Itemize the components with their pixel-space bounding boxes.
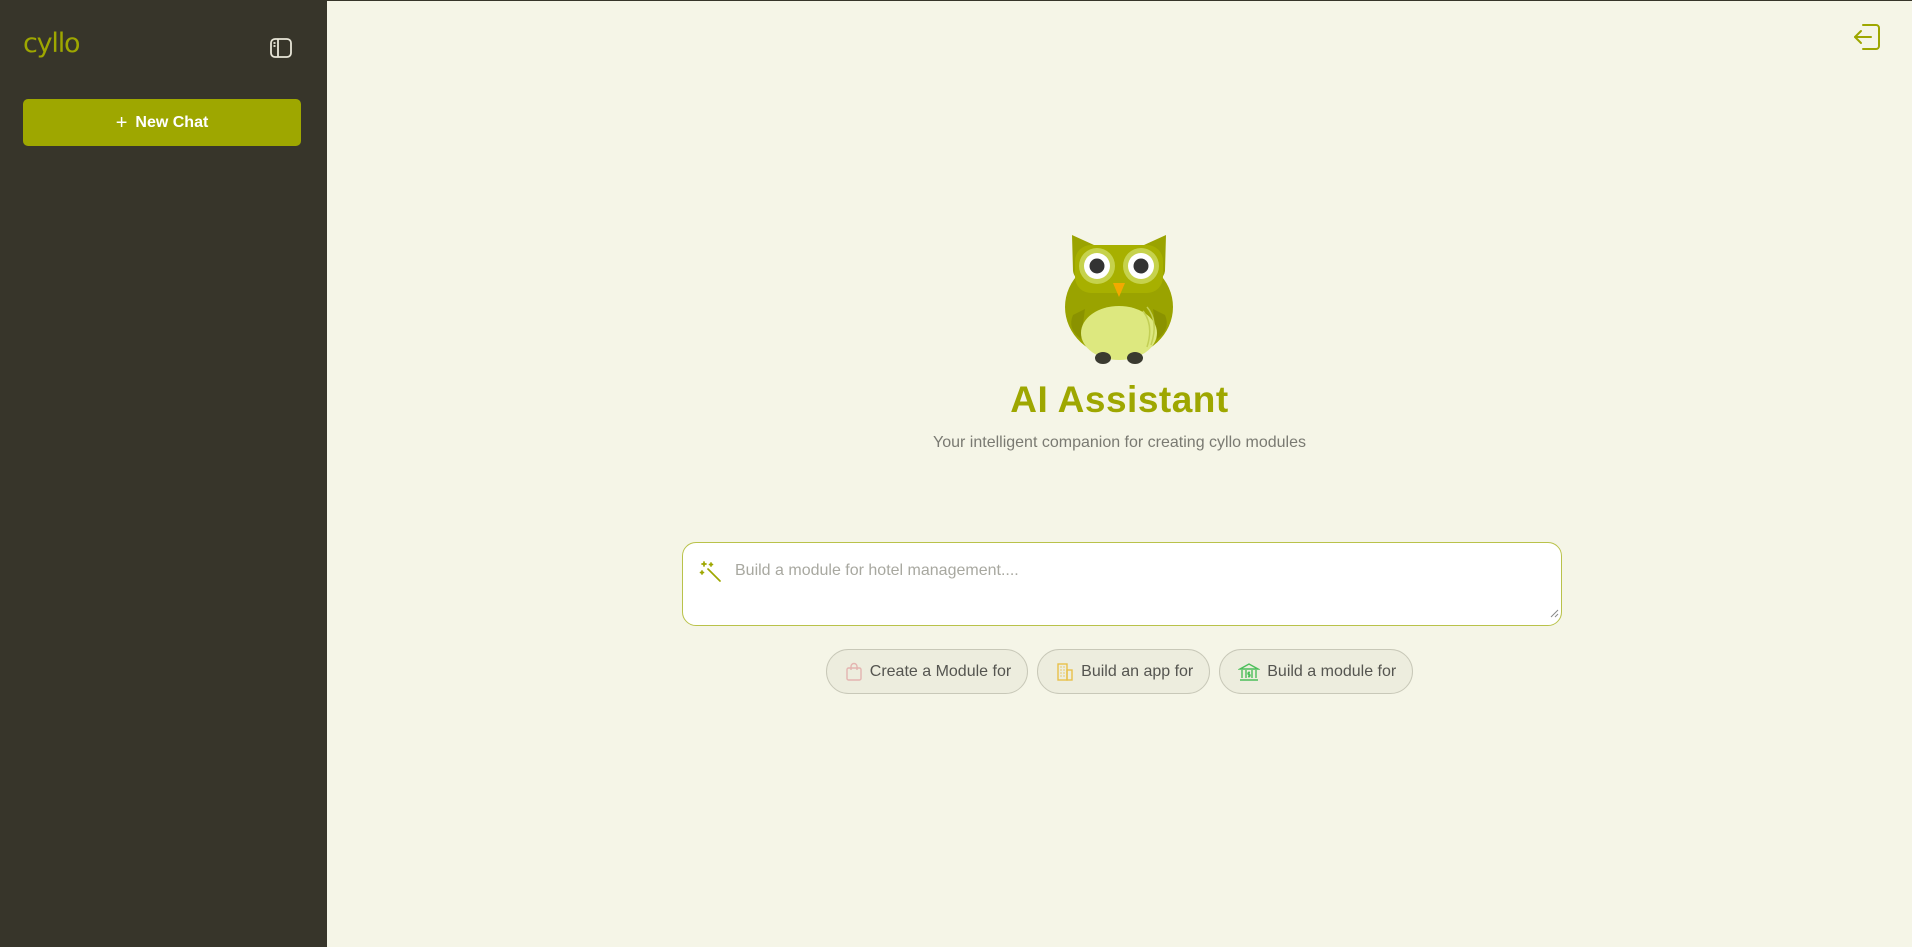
- prompt-input[interactable]: [735, 562, 1535, 616]
- main-area: AI Assistant Your intelligent companion …: [327, 0, 1912, 947]
- logout-icon[interactable]: [1850, 20, 1884, 54]
- suggestion-chip-create-module[interactable]: Create a Module for: [825, 649, 1029, 694]
- plus-icon: +: [115, 111, 128, 134]
- brand-logo[interactable]: cyllo: [23, 28, 81, 59]
- owl-mascot: [1065, 235, 1173, 364]
- page-subtitle: Your intelligent companion for creating …: [933, 434, 1306, 451]
- suggestion-label: Build a module for: [1267, 662, 1397, 680]
- page-title: AI Assistant: [1010, 379, 1229, 420]
- shopping-bag-icon: [845, 662, 863, 682]
- resize-handle-icon[interactable]: [1550, 605, 1559, 623]
- bank-icon: [1238, 661, 1261, 683]
- suggestion-chips: Create a Module for Build an app for Bui…: [327, 649, 1912, 694]
- sidebar-toggle-icon[interactable]: [266, 35, 296, 61]
- magic-wand-icon: [699, 560, 723, 589]
- new-chat-button[interactable]: + New Chat: [23, 99, 301, 146]
- prompt-box: [682, 542, 1562, 626]
- suggestion-chip-build-app[interactable]: Build an app for: [1037, 649, 1211, 694]
- suggestion-chip-build-module[interactable]: Build a module for: [1219, 649, 1414, 694]
- suggestion-label: Build an app for: [1081, 662, 1194, 680]
- suggestion-label: Create a Module for: [869, 662, 1012, 680]
- new-chat-label: New Chat: [135, 113, 209, 131]
- sidebar: cyllo + New Chat: [0, 0, 327, 947]
- building-icon: [1056, 662, 1074, 682]
